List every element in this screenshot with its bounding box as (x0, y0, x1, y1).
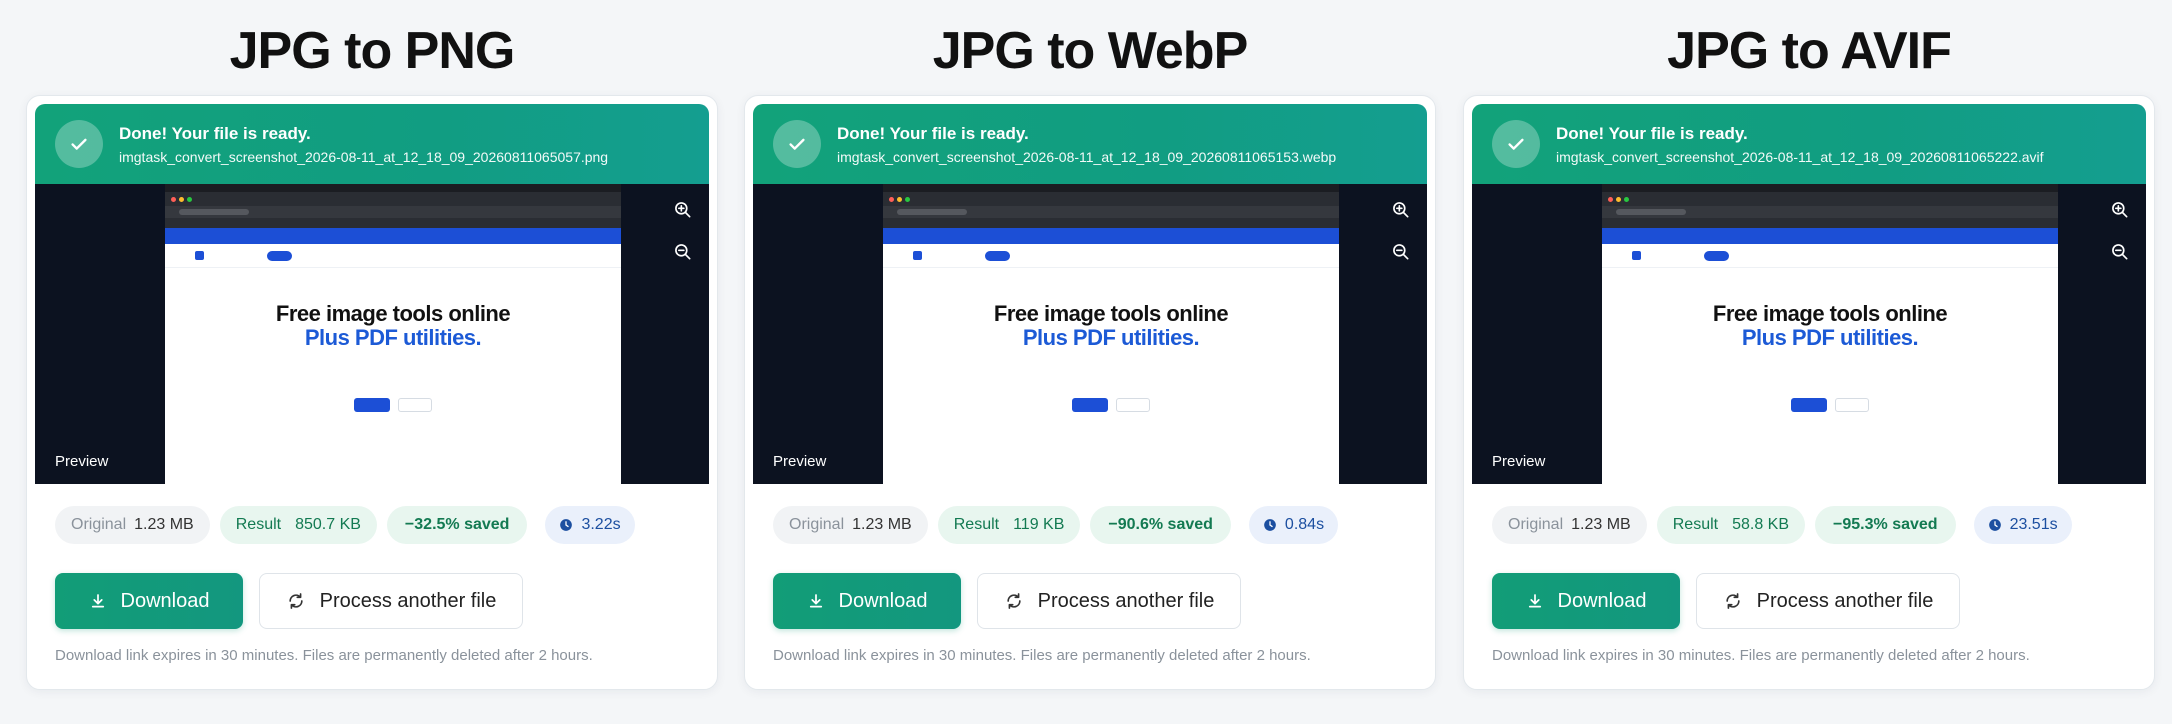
download-button[interactable]: Download (773, 573, 961, 629)
clock-icon (1264, 519, 1276, 531)
preview-area[interactable]: Free image tools online Plus PDF utiliti… (35, 184, 709, 484)
success-banner: Done! Your file is ready. imgtask_conver… (35, 104, 709, 184)
result-card: Done! Your file is ready. imgtask_conver… (26, 95, 718, 690)
clock-icon (560, 519, 573, 531)
preview-hero-subtitle: Plus PDF utilities. (1741, 325, 1919, 350)
processing-time: 0.84s (1284, 516, 1325, 533)
output-filename: imgtask_convert_screenshot_2026-08-11_at… (837, 148, 1337, 165)
output-filename: imgtask_convert_screenshot_2026-08-11_at… (119, 148, 609, 165)
original-size-badge: Original 1.23 MB (1492, 506, 1647, 544)
saved-badge: −90.6% saved (1090, 506, 1231, 544)
stats-row: Original 1.23 MB Result 119 KB −90.6% sa… (773, 506, 1415, 544)
expiry-note: Download link expires in 30 minutes. Fil… (773, 647, 1311, 664)
process-label: Process another file (1756, 589, 1934, 612)
conversion-column: JPG to AVIF Done! Your file is ready. im… (1463, 0, 2155, 690)
result-card: Done! Your file is ready. imgtask_conver… (1463, 95, 2155, 690)
original-label: Original (71, 516, 127, 533)
saved-badge: −95.3% saved (1815, 506, 1956, 544)
download-icon (91, 594, 104, 608)
preview-label: Preview (773, 453, 827, 470)
conversion-title: JPG to WebP (932, 21, 1249, 80)
success-banner: Done! Your file is ready. imgtask_conver… (753, 104, 1427, 184)
preview-image: Free image tools online Plus PDF utiliti… (165, 184, 621, 484)
process-another-button[interactable]: Process another file (259, 573, 523, 629)
expiry-note: Download link expires in 30 minutes. Fil… (55, 647, 593, 664)
original-size-badge: Original 1.23 MB (55, 506, 210, 544)
result-card: Done! Your file is ready. imgtask_conver… (744, 95, 1436, 690)
preview-hero-title: Free image tools online (275, 301, 511, 326)
saved-badge: −32.5% saved (386, 506, 528, 544)
original-size: 1.23 MB (852, 516, 912, 533)
conversion-title: JPG to AVIF (1667, 21, 1952, 80)
download-label: Download (838, 589, 928, 612)
conversion-column: JPG to PNG Done! Your file is ready. img… (26, 0, 718, 690)
download-button[interactable]: Download (55, 573, 243, 629)
preview-image: Free image tools online Plus PDF utiliti… (883, 184, 1339, 484)
original-size: 1.23 MB (1571, 516, 1631, 533)
process-label: Process another file (1037, 589, 1215, 612)
processing-time: 3.22s (581, 516, 621, 533)
time-badge: 3.22s (545, 506, 635, 544)
result-label: Result (1672, 516, 1719, 533)
success-banner: Done! Your file is ready. imgtask_conver… (1472, 104, 2146, 184)
result-size-badge: Result 58.8 KB (1656, 506, 1806, 544)
result-size: 58.8 KB (1732, 516, 1790, 533)
time-badge: 23.51s (1973, 506, 2072, 544)
download-label: Download (1557, 589, 1647, 612)
banner-title: Done! Your file is ready. (119, 123, 311, 143)
actions-row: Download Process another file (55, 573, 523, 629)
zoom-in-icon[interactable] (1389, 198, 1413, 222)
process-another-button[interactable]: Process another file (977, 573, 1241, 629)
result-size: 119 KB (1013, 516, 1065, 533)
zoom-in-icon[interactable] (2108, 198, 2132, 222)
actions-row: Download Process another file (1492, 573, 1960, 629)
refresh-icon (1725, 593, 1740, 609)
download-icon (1528, 594, 1541, 608)
process-label: Process another file (319, 589, 497, 612)
preview-hero-subtitle: Plus PDF utilities. (1022, 325, 1200, 350)
preview-area[interactable]: Free image tools online Plus PDF utiliti… (1472, 184, 2146, 484)
check-icon (55, 120, 103, 168)
original-label: Original (789, 516, 845, 533)
processing-time: 23.51s (2009, 516, 2058, 533)
time-badge: 0.84s (1248, 506, 1339, 544)
refresh-icon (1006, 593, 1021, 609)
zoom-out-icon[interactable] (1389, 240, 1413, 264)
result-size: 850.7 KB (295, 516, 361, 533)
banner-title: Done! Your file is ready. (837, 123, 1029, 143)
download-button[interactable]: Download (1492, 573, 1680, 629)
stats-row: Original 1.23 MB Result 58.8 KB −95.3% s… (1492, 506, 2134, 544)
result-size-badge: Result 119 KB (937, 506, 1081, 544)
preview-hero-subtitle: Plus PDF utilities. (304, 325, 482, 350)
original-label: Original (1508, 516, 1564, 533)
zoom-out-icon[interactable] (671, 240, 695, 264)
expiry-note: Download link expires in 30 minutes. Fil… (1492, 647, 2030, 664)
actions-row: Download Process another file (773, 573, 1241, 629)
preview-image: Free image tools online Plus PDF utiliti… (1602, 184, 2058, 484)
result-size-badge: Result 850.7 KB (219, 506, 377, 544)
result-label: Result (953, 516, 1000, 533)
clock-icon (1988, 519, 2001, 531)
preview-label: Preview (55, 453, 109, 470)
banner-title: Done! Your file is ready. (1556, 123, 1748, 143)
preview-area[interactable]: Free image tools online Plus PDF utiliti… (753, 184, 1427, 484)
preview-label: Preview (1492, 453, 1546, 470)
original-size-badge: Original 1.23 MB (773, 506, 928, 544)
download-label: Download (120, 589, 210, 612)
zoom-in-icon[interactable] (671, 198, 695, 222)
process-another-button[interactable]: Process another file (1696, 573, 1960, 629)
preview-hero-title: Free image tools online (993, 301, 1229, 326)
check-icon (1492, 120, 1540, 168)
original-size: 1.23 MB (134, 516, 194, 533)
download-icon (809, 594, 822, 608)
stats-row: Original 1.23 MB Result 850.7 KB −32.5% … (55, 506, 697, 544)
check-icon (773, 120, 821, 168)
result-label: Result (235, 516, 282, 533)
conversion-column: JPG to WebP Done! Your file is ready. im… (744, 0, 1436, 690)
output-filename: imgtask_convert_screenshot_2026-08-11_at… (1556, 148, 2044, 165)
zoom-out-icon[interactable] (2108, 240, 2132, 264)
refresh-icon (288, 593, 303, 609)
preview-hero-title: Free image tools online (1712, 301, 1948, 326)
conversion-title: JPG to PNG (229, 21, 516, 80)
